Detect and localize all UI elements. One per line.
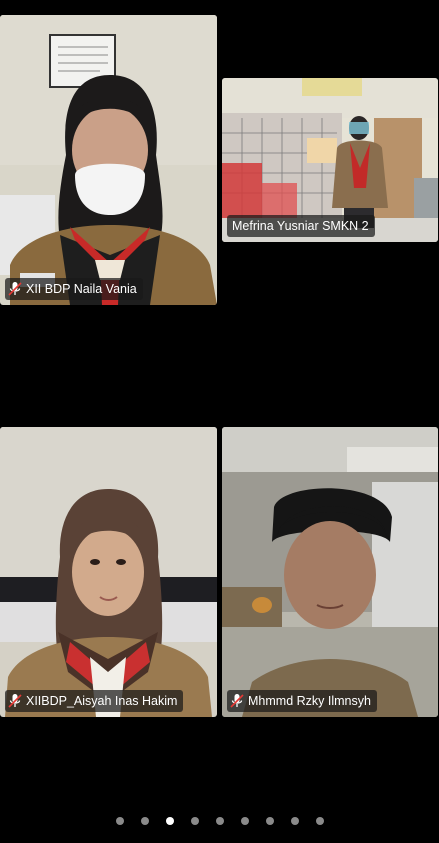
page-dot[interactable] xyxy=(315,817,324,825)
page-indicator xyxy=(0,817,439,827)
participant-video xyxy=(222,427,438,717)
mic-muted-icon xyxy=(8,282,22,296)
participant-video xyxy=(0,427,217,717)
participant-video xyxy=(0,15,217,305)
video-tile-mefrina-yusniar[interactable]: Mefrina Yusniar SMKN 2 xyxy=(222,78,438,242)
page-dot[interactable] xyxy=(190,817,199,825)
mic-muted-icon xyxy=(8,694,22,708)
page-dot[interactable] xyxy=(165,817,174,825)
participant-name: XIIBDP_Aisyah Inas Hakim xyxy=(26,694,178,708)
page-dot[interactable] xyxy=(215,817,224,825)
page-dot[interactable] xyxy=(290,817,299,825)
video-tile-naila-vania[interactable]: XII BDP Naila Vania xyxy=(0,15,217,305)
mic-muted-icon xyxy=(230,694,244,708)
video-tile-mhmmd-rzky-ilmnsyh[interactable]: Mhmmd Rzky Ilmnsyh xyxy=(222,427,438,717)
participant-name-label: XIIBDP_Aisyah Inas Hakim xyxy=(5,690,184,712)
participant-name: Mhmmd Rzky Ilmnsyh xyxy=(248,694,371,708)
page-dot[interactable] xyxy=(115,817,124,825)
video-tile-aisyah-inas-hakim[interactable]: XIIBDP_Aisyah Inas Hakim xyxy=(0,427,217,717)
participant-name-label: Mefrina Yusniar SMKN 2 xyxy=(227,215,375,237)
video-call-screen: XII BDP Naila Vania Mefrina Yusniar SMKN… xyxy=(0,0,439,843)
page-dot[interactable] xyxy=(240,817,249,825)
participant-name-label: Mhmmd Rzky Ilmnsyh xyxy=(227,690,377,712)
participant-name-label: XII BDP Naila Vania xyxy=(5,278,143,300)
page-dot[interactable] xyxy=(140,817,149,825)
participant-name: Mefrina Yusniar SMKN 2 xyxy=(232,219,369,233)
participant-name: XII BDP Naila Vania xyxy=(26,282,137,296)
page-dot[interactable] xyxy=(265,817,274,825)
